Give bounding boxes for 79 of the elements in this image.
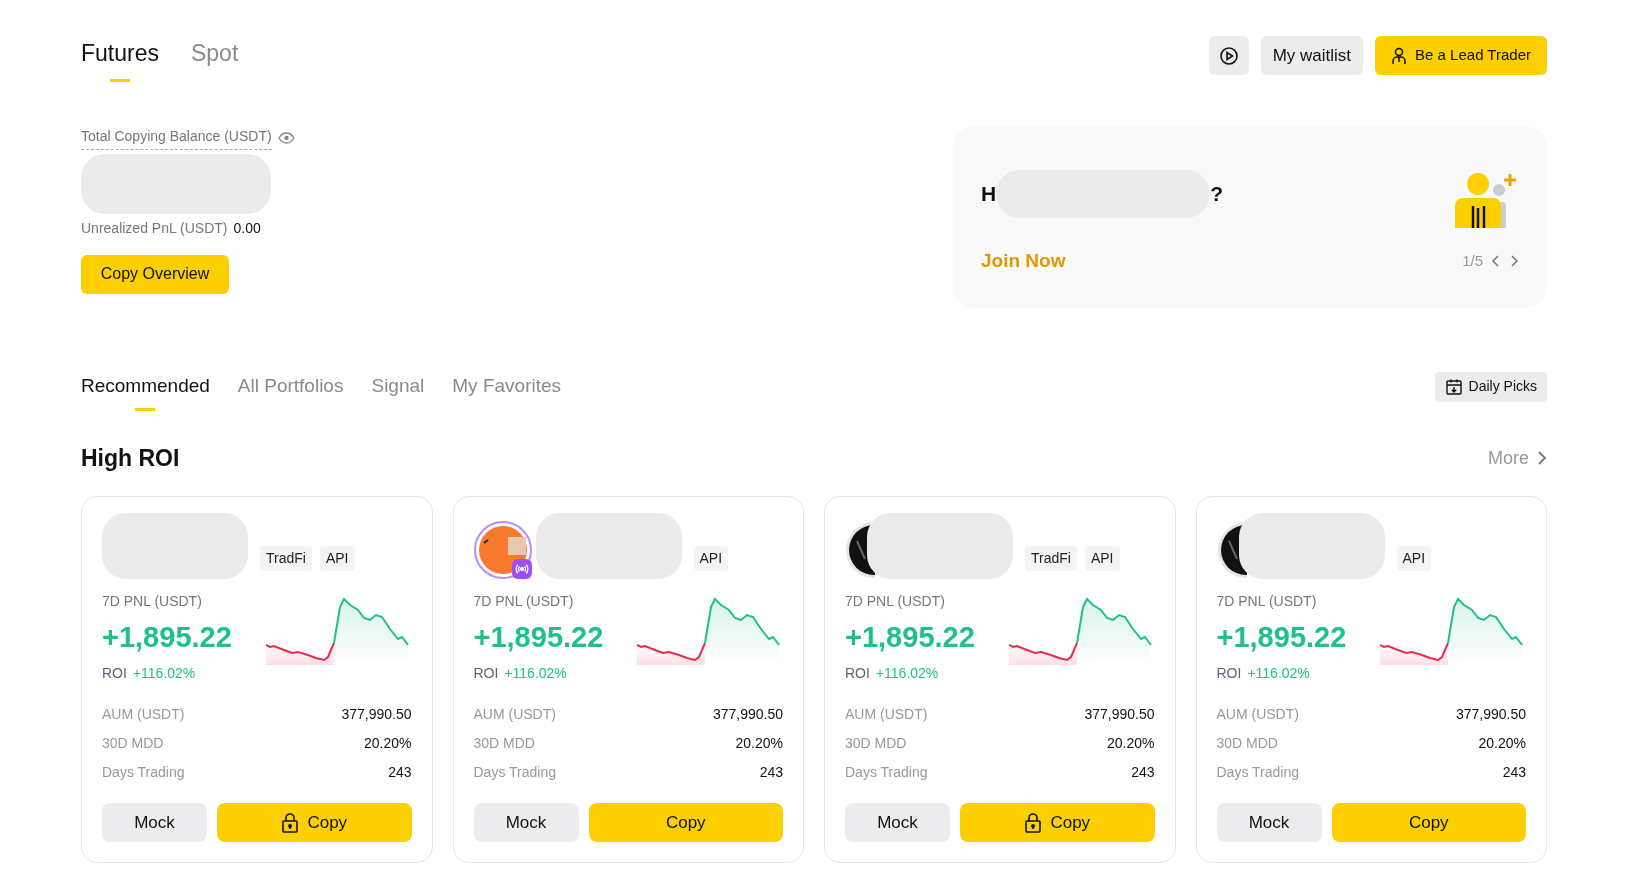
play-button[interactable] — [1208, 36, 1249, 75]
pnl-value: +1,895.22 — [102, 619, 232, 655]
stat-label: AUM (USDT) — [102, 705, 185, 724]
tab[interactable]: Recommended — [81, 371, 210, 411]
tag: API — [1396, 545, 1432, 571]
pnl-label: 7D PNL (USDT) — [102, 591, 203, 611]
tag: TradFi — [260, 545, 312, 571]
stat-value: 243 — [1131, 763, 1155, 782]
pnl-value: +1,895.22 — [845, 619, 975, 655]
tag: API — [693, 545, 729, 571]
next-icon[interactable] — [1509, 254, 1519, 269]
stat-value: 243 — [759, 763, 783, 782]
pnl-label: 7D PNL (USDT) — [473, 591, 575, 611]
stat-label: AUM (USDT) — [473, 705, 556, 724]
tag: TradFi — [1025, 545, 1077, 571]
stat-value: 20.20% — [364, 734, 412, 753]
stat-label: Days Trading — [1216, 763, 1299, 782]
eye-icon — [277, 131, 295, 144]
stat-value: 20.20% — [1478, 734, 1526, 753]
copy-button[interactable]: Copy — [217, 803, 412, 842]
stat-value: 20.20% — [735, 734, 783, 753]
stat-value: 377,990.50 — [341, 705, 412, 724]
copy-button[interactable]: Copy — [960, 803, 1155, 842]
stat-label: 30D MDD — [473, 734, 535, 753]
banner-title: H — [981, 180, 997, 207]
tab[interactable]: All Portfolios — [237, 371, 344, 411]
stat-label: 30D MDD — [845, 734, 907, 753]
chevron-right-icon — [1537, 450, 1547, 467]
mock-button[interactable]: Mock — [1216, 803, 1322, 842]
stat-label: Days Trading — [845, 763, 928, 782]
mock-button[interactable]: Mock — [102, 803, 207, 842]
unrealized-pnl-label: Unrealized PnL (USDT) — [81, 218, 228, 238]
stat-label: Days Trading — [102, 763, 185, 782]
copy-overview-button[interactable]: Copy Overview — [81, 254, 229, 294]
roi-label: ROI — [1216, 664, 1242, 683]
lead-trader-button[interactable]: Be a Lead Trader — [1375, 36, 1547, 75]
waitlist-button[interactable]: My waitlist — [1260, 36, 1364, 75]
balance-label: Total Copying Balance (USDT) — [81, 125, 272, 150]
tag: API — [319, 545, 355, 571]
tag: API — [1084, 545, 1120, 571]
roi-label: ROI — [845, 664, 870, 683]
person-icon — [1391, 46, 1408, 65]
banner-title: ? — [1210, 180, 1223, 207]
mock-button[interactable]: Mock — [845, 803, 950, 842]
roi-value: +116.02% — [875, 664, 939, 683]
unrealized-pnl-value: 0.00 — [233, 218, 261, 238]
pager-count: 1/5 — [1462, 251, 1483, 271]
pnl-label: 7D PNL (USDT) — [1216, 591, 1318, 611]
roi-value: +116.02% — [1247, 664, 1310, 683]
section-title: High ROI — [81, 444, 180, 473]
stat-label: AUM (USDT) — [1216, 705, 1299, 724]
roi-value: +116.02% — [132, 664, 196, 683]
roi-label: ROI — [102, 664, 127, 683]
copy-button[interactable]: Copy — [1331, 803, 1526, 842]
mock-button[interactable]: Mock — [473, 803, 579, 842]
tab[interactable]: Futures — [81, 36, 159, 82]
stat-label: 30D MDD — [102, 734, 164, 753]
roi-label: ROI — [473, 664, 499, 683]
stat-label: AUM (USDT) — [845, 705, 928, 724]
stat-value: 243 — [1502, 763, 1526, 782]
roi-value: +116.02% — [504, 664, 567, 683]
pnl-value: +1,895.22 — [473, 619, 604, 655]
stat-value: 377,990.50 — [1455, 705, 1526, 724]
stat-value: 377,990.50 — [1084, 705, 1155, 724]
stat-value: 243 — [388, 763, 412, 782]
stat-label: Days Trading — [473, 763, 556, 782]
tab[interactable]: Signal — [371, 371, 425, 411]
stat-value: 20.20% — [1107, 734, 1155, 753]
lock-icon — [281, 812, 300, 833]
pnl-label: 7D PNL (USDT) — [845, 591, 946, 611]
stat-value: 377,990.50 — [712, 705, 783, 724]
previous-icon[interactable] — [1491, 254, 1501, 269]
calendar-icon — [1444, 377, 1463, 396]
daily-picks-button[interactable]: Daily Picks — [1434, 371, 1547, 402]
copy-button[interactable]: Copy — [588, 803, 783, 842]
pnl-value: +1,895.22 — [1216, 619, 1347, 655]
play-icon — [1218, 45, 1239, 66]
stat-label: 30D MDD — [1216, 734, 1278, 753]
lock-icon — [1024, 812, 1043, 833]
